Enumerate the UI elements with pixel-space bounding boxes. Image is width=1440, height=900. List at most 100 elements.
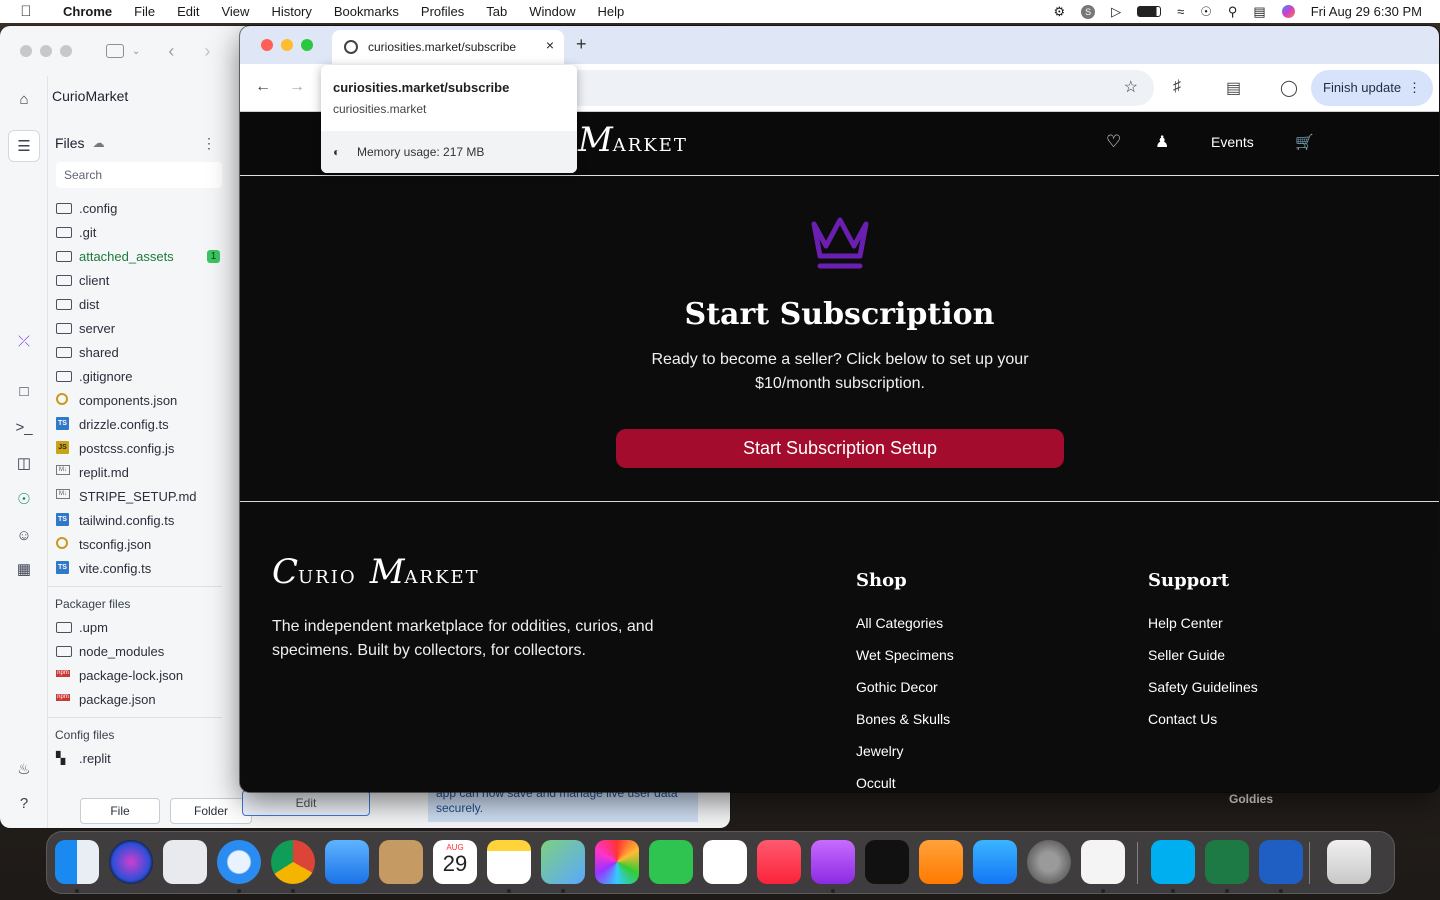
minimize-window-button[interactable]: [281, 39, 293, 51]
apple-menu-icon[interactable]: : [0, 3, 52, 20]
skype-icon[interactable]: [1151, 840, 1195, 884]
menu-history[interactable]: History: [260, 4, 322, 19]
books-icon[interactable]: [919, 840, 963, 884]
footer-link[interactable]: Contact Us: [1148, 711, 1217, 727]
nav-events-link[interactable]: Events: [1211, 134, 1254, 150]
file-tree-item[interactable]: dist: [48, 292, 230, 316]
zoom-button[interactable]: [60, 45, 72, 57]
active-tab[interactable]: curiosities.market/subscribe ×: [332, 30, 564, 64]
trash-icon[interactable]: [1327, 840, 1371, 884]
file-tree-item[interactable]: ▚ .replit: [48, 746, 230, 770]
file-tree-item[interactable]: JS postcss.config.js: [48, 436, 230, 460]
close-button[interactable]: [20, 45, 32, 57]
menu-app-name[interactable]: Chrome: [52, 4, 123, 19]
footer-link[interactable]: Occult: [856, 775, 896, 791]
menu-view[interactable]: View: [210, 4, 260, 19]
maps-icon[interactable]: [541, 840, 585, 884]
menu-profiles[interactable]: Profiles: [410, 4, 475, 19]
spotlight-search-icon[interactable]: ⚲: [1228, 4, 1238, 20]
wifi-icon[interactable]: ≈: [1177, 4, 1184, 19]
file-tree-item[interactable]: npm package.json: [48, 687, 230, 711]
new-tab-icon[interactable]: +: [576, 34, 587, 55]
siri-icon[interactable]: [109, 840, 153, 884]
battery-icon[interactable]: [1137, 6, 1162, 17]
settings-icon[interactable]: [1027, 840, 1071, 884]
back-arrow-icon[interactable]: ‹: [168, 41, 174, 62]
monitor-icon[interactable]: □: [14, 382, 34, 402]
file-tree-item[interactable]: M↓ replit.md: [48, 460, 230, 484]
footer-link[interactable]: Bones & Skulls: [856, 711, 950, 727]
help-icon[interactable]: ?: [14, 794, 34, 814]
footer-link[interactable]: Wet Specimens: [856, 647, 954, 663]
apps-grid-icon[interactable]: ⤫: [14, 332, 34, 352]
tv-icon[interactable]: [865, 840, 909, 884]
gear-status-icon[interactable]: ⚙: [1053, 4, 1065, 20]
chevron-down-icon[interactable]: ⌄: [132, 46, 140, 57]
file-tree-item[interactable]: attached_assets 1: [48, 244, 230, 268]
sidebar-toggle-icon[interactable]: [106, 44, 124, 58]
menubar-clock[interactable]: Fri Aug 29 6:30 PM: [1311, 4, 1422, 19]
facetime-icon[interactable]: [649, 840, 693, 884]
file-tree-item[interactable]: .gitignore: [48, 364, 230, 388]
users-icon[interactable]: ☺: [14, 526, 34, 546]
menu-file[interactable]: File: [123, 4, 166, 19]
footer-link[interactable]: Jewelry: [856, 743, 903, 759]
play-status-icon[interactable]: ▷: [1111, 4, 1121, 20]
skype-status-icon[interactable]: S: [1081, 4, 1096, 19]
file-tree-item[interactable]: npm package-lock.json: [48, 663, 230, 687]
launchpad-icon[interactable]: [163, 840, 207, 884]
chrome-icon[interactable]: [271, 840, 315, 884]
siri-status-icon[interactable]: [1281, 5, 1295, 18]
user-status-icon[interactable]: ☉: [1200, 4, 1212, 20]
file-tree-item[interactable]: server: [48, 316, 230, 340]
file-tree-item[interactable]: TS vite.config.ts: [48, 556, 230, 580]
more-options-icon[interactable]: ⋮: [202, 135, 216, 152]
minimize-button[interactable]: [40, 45, 52, 57]
calendar-icon[interactable]: AUG 29: [433, 840, 477, 884]
edit-button[interactable]: Edit: [242, 790, 370, 816]
file-tree-item[interactable]: .git: [48, 220, 230, 244]
close-tab-icon[interactable]: ×: [546, 37, 554, 53]
shell-icon[interactable]: >_: [14, 418, 34, 438]
file-tree-item[interactable]: components.json: [48, 388, 230, 412]
menu-tab[interactable]: Tab: [475, 4, 518, 19]
forward-arrow-icon[interactable]: ›: [204, 41, 210, 62]
file-tree-item[interactable]: .upm: [48, 615, 230, 639]
file-tree-item[interactable]: M↓ STRIPE_SETUP.md: [48, 484, 230, 508]
menu-bookmarks[interactable]: Bookmarks: [323, 4, 410, 19]
file-tree-item[interactable]: node_modules: [48, 639, 230, 663]
footer-link[interactable]: All Categories: [856, 615, 943, 631]
appstore-icon[interactable]: [973, 840, 1017, 884]
desktop-label-goldies[interactable]: Goldies: [1229, 792, 1273, 806]
chrome-menu-icon[interactable]: ⋮: [1408, 70, 1421, 106]
finder-icon[interactable]: [55, 840, 99, 884]
footer-link[interactable]: Gothic Decor: [856, 679, 938, 695]
tab-search-icon[interactable]: ▤: [1226, 78, 1241, 98]
cart-icon[interactable]: 🛒: [1295, 133, 1314, 151]
news-icon[interactable]: [703, 840, 747, 884]
new-file-button[interactable]: File: [80, 798, 160, 824]
account-user-icon[interactable]: ♟: [1155, 132, 1169, 152]
menu-window[interactable]: Window: [518, 4, 586, 19]
wishlist-heart-icon[interactable]: ♡: [1106, 132, 1121, 152]
file-search-input[interactable]: Search: [56, 162, 222, 188]
menu-edit[interactable]: Edit: [166, 4, 210, 19]
music-icon[interactable]: [757, 840, 801, 884]
bookmark-star-icon[interactable]: ☆: [1124, 70, 1138, 106]
control-center-icon[interactable]: ▤: [1253, 4, 1265, 20]
alerts-icon[interactable]: ♨: [14, 760, 34, 780]
footer-logo[interactable]: Curio Market: [272, 552, 480, 592]
podcasts-icon[interactable]: [811, 840, 855, 884]
notes-icon[interactable]: [487, 840, 531, 884]
file-tree-item[interactable]: .config: [48, 196, 230, 220]
site-logo[interactable]: o Market: [560, 120, 688, 160]
file-tree-item[interactable]: client: [48, 268, 230, 292]
zoom-window-button[interactable]: [301, 39, 313, 51]
extensions-icon[interactable]: ▦: [14, 560, 34, 580]
finish-update-button[interactable]: Finish update ⋮: [1311, 70, 1433, 106]
footer-link[interactable]: Seller Guide: [1148, 647, 1225, 663]
word-icon[interactable]: [1259, 840, 1303, 884]
database-icon[interactable]: ◫: [14, 454, 34, 474]
menu-help[interactable]: Help: [587, 4, 636, 19]
excel-icon[interactable]: [1205, 840, 1249, 884]
